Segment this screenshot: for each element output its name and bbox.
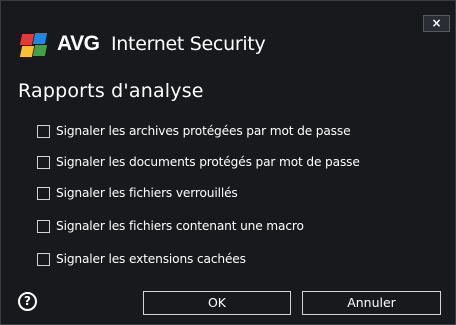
close-button[interactable]: ×: [423, 15, 450, 32]
option-archives-protegees[interactable]: Signaler les archives protégées par mot …: [37, 122, 437, 140]
option-documents-proteges[interactable]: Signaler les documents protégés par mot …: [37, 153, 437, 171]
option-label: Signaler les fichiers verrouillés: [56, 186, 238, 200]
checkbox[interactable]: [37, 124, 50, 138]
help-icon[interactable]: ?: [18, 292, 37, 311]
option-label: Signaler les fichiers contenant une macr…: [56, 219, 304, 233]
option-label: Signaler les documents protégés par mot …: [56, 155, 360, 169]
brand-name: AVG: [57, 32, 100, 55]
cancel-button[interactable]: Annuler: [302, 291, 441, 315]
logo-green-square: [32, 45, 48, 56]
checkbox[interactable]: [37, 219, 50, 233]
checkbox[interactable]: [37, 155, 50, 169]
checkbox[interactable]: [37, 252, 50, 266]
option-fichiers-verrouilles[interactable]: Signaler les fichiers verrouillés: [37, 184, 437, 202]
avg-logo-icon: [19, 32, 53, 58]
dialog-window: AVG Internet Security × Rapports d'analy…: [0, 0, 456, 325]
logo-blue-square: [32, 33, 48, 44]
option-extensions-cachees[interactable]: Signaler les extensions cachées: [37, 250, 437, 268]
product-name: Internet Security: [111, 33, 266, 55]
title-bar: AVG Internet Security ×: [1, 1, 455, 67]
checkbox[interactable]: [37, 186, 50, 200]
ok-button[interactable]: OK: [143, 291, 291, 315]
option-label: Signaler les extensions cachées: [56, 252, 246, 266]
option-label: Signaler les archives protégées par mot …: [56, 124, 351, 138]
option-fichiers-macro[interactable]: Signaler les fichiers contenant une macr…: [37, 217, 437, 235]
page-title: Rapports d'analyse: [18, 80, 204, 102]
